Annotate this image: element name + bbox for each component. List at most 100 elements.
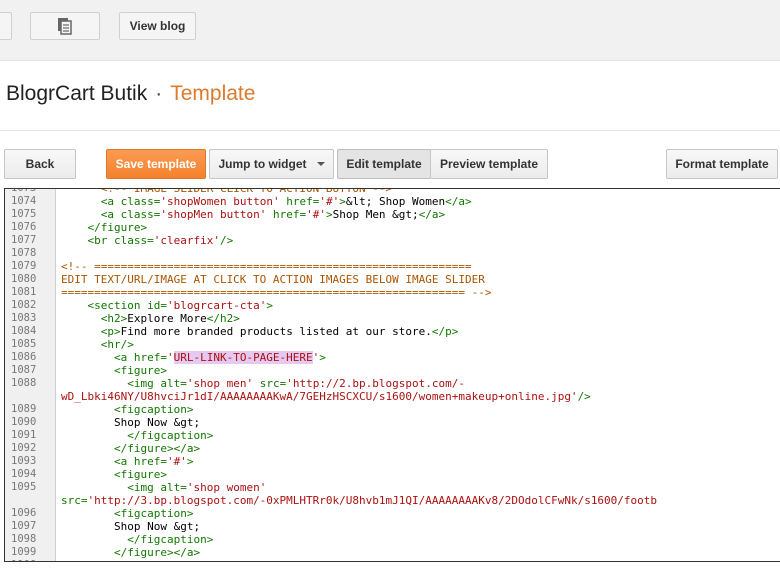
line-number: 1086 (11, 351, 37, 363)
code-line[interactable]: 1098 </figcaption> (5, 533, 780, 546)
line-number: 1073 (11, 188, 37, 194)
jump-to-widget-label: Jump to widget (218, 157, 307, 171)
code-line[interactable]: 1089 <figcaption> (5, 403, 780, 416)
code-line[interactable]: 1093 <a href='#'> (5, 455, 780, 468)
line-number: 1081 (11, 286, 37, 298)
code-line[interactable]: 1074 <a class='shopWomen button' href='#… (5, 195, 780, 208)
line-number: 1084 (11, 325, 37, 337)
line-text: <a class='shopWomen button' href='#'>&lt… (100, 195, 472, 208)
page-header: BlogrCart Butik · Template (0, 60, 780, 131)
previous-toolbar-button[interactable] (0, 12, 12, 40)
blog-name[interactable]: BlogrCart Butik (6, 82, 147, 105)
edit-template-button[interactable]: Edit template (337, 149, 431, 179)
code-line[interactable]: 1096 <figcaption> (5, 507, 780, 520)
line-number: 1097 (11, 520, 37, 532)
code-line[interactable]: 1086 <a href='URL-LINK-TO-PAGE-HERE'> (5, 351, 780, 364)
line-text: <figcaption> (113, 507, 194, 520)
line-text: <p>Find more branded products listed at … (100, 325, 459, 338)
code-line[interactable]: 1100 </section> (5, 559, 780, 561)
code-line[interactable]: 1077 <br class='clearfix'/> (5, 234, 780, 247)
code-line[interactable]: 1097 Shop Now &gt; (5, 520, 780, 533)
line-text: wD_Lbki46NY/U8hvciJr1dI/AAAAAAAAKwA/7GEH… (61, 390, 591, 403)
line-text: <hr/> (100, 338, 134, 351)
line-text: <figure> (113, 468, 167, 481)
code-line[interactable]: 1088 <img alt='shop men' src='http://2.b… (5, 377, 780, 390)
code-line[interactable]: 1079 <!-- ===============================… (5, 260, 780, 273)
line-text: </figure></a> (113, 442, 201, 455)
line-number: 1096 (11, 507, 37, 519)
line-text: Shop Now &gt; (61, 416, 201, 429)
line-text: ========================================… (61, 286, 492, 299)
code-line[interactable]: 1094 <figure> (5, 468, 780, 481)
code-line[interactable]: 1099 </figure></a> (5, 546, 780, 559)
line-number: 1074 (11, 195, 37, 207)
line-number: 1079 (11, 260, 37, 272)
template-code-editor[interactable]: 1073 <!-- IMAGE SLIDER CLICK TO ACTION B… (4, 188, 780, 562)
line-number: 1092 (11, 442, 37, 454)
code-line[interactable]: 1084 <p>Find more branded products liste… (5, 325, 780, 338)
line-text: </figure></a> (113, 546, 201, 559)
line-text: <br class='clearfix'/> (87, 234, 234, 247)
line-number: 1076 (11, 221, 37, 233)
code-line[interactable]: 1073 <!-- IMAGE SLIDER CLICK TO ACTION B… (5, 188, 780, 195)
code-line[interactable]: 1095 <img alt='shop women' (5, 481, 780, 494)
line-text: <a href='#'> (113, 455, 194, 468)
line-text: EDIT TEXT/URL/IMAGE AT CLICK TO ACTION I… (61, 273, 485, 286)
section-name: Template (170, 82, 256, 105)
line-text: src='http://3.bp.blogspot.com/-0xPMLHTRr… (61, 494, 658, 507)
line-text: </figcaption> (127, 429, 214, 442)
pages-button[interactable] (30, 12, 100, 40)
save-template-button[interactable]: Save template (106, 149, 206, 179)
code-line[interactable]: 1090 Shop Now &gt; (5, 416, 780, 429)
code-line[interactable]: wD_Lbki46NY/U8hvciJr1dI/AAAAAAAAKwA/7GEH… (5, 390, 780, 403)
line-number: 1098 (11, 533, 37, 545)
code-line[interactable]: 1082 <section id='blogrcart-cta'> (5, 299, 780, 312)
line-text: <img alt='shop women' (127, 481, 267, 494)
line-text: <a class='shopMen button' href='#'>Shop … (100, 208, 446, 221)
line-text: <a href='URL-LINK-TO-PAGE-HERE'> (113, 351, 326, 364)
code-line[interactable]: 1085 <hr/> (5, 338, 780, 351)
copy-pages-icon (58, 18, 72, 35)
line-number: 1077 (11, 234, 37, 246)
line-text: <h2>Explore More</h2> (100, 312, 240, 325)
line-number: 1080 (11, 273, 37, 285)
view-blog-button[interactable]: View blog (119, 12, 196, 40)
code-line[interactable]: 1081 ====================================… (5, 286, 780, 299)
code-line[interactable]: 1091 </figcaption> (5, 429, 780, 442)
code-line[interactable]: 1092 </figure></a> (5, 442, 780, 455)
line-text: <!-- IMAGE SLIDER CLICK TO ACTION BUTTON… (100, 188, 393, 195)
line-number: 1075 (11, 208, 37, 220)
code-content[interactable]: 1073 <!-- IMAGE SLIDER CLICK TO ACTION B… (5, 188, 780, 561)
code-line[interactable]: 1087 <figure> (5, 364, 780, 377)
line-number: 1091 (11, 429, 37, 441)
line-text: <section id='blogrcart-cta'> (87, 299, 273, 312)
code-line[interactable]: 1083 <h2>Explore More</h2> (5, 312, 780, 325)
code-line[interactable]: src='http://3.bp.blogspot.com/-0xPMLHTRr… (5, 494, 780, 507)
line-text: <figcaption> (113, 403, 194, 416)
back-button[interactable]: Back (4, 149, 76, 179)
jump-to-widget-dropdown[interactable]: Jump to widget (209, 149, 334, 179)
page-title: BlogrCart Butik · Template (6, 82, 255, 106)
line-number: 1078 (11, 247, 37, 259)
format-template-button[interactable]: Format template (666, 149, 778, 179)
preview-template-button[interactable]: Preview template (430, 149, 548, 179)
line-number: 1090 (11, 416, 37, 428)
code-line[interactable]: 1076 </figure> (5, 221, 780, 234)
line-text: <figure> (113, 364, 167, 377)
line-text: </figure> (87, 221, 148, 234)
code-line[interactable]: 1075 <a class='shopMen button' href='#'>… (5, 208, 780, 221)
line-text: <!-- ===================================… (61, 260, 472, 273)
line-number: 1099 (11, 546, 37, 558)
line-number: 1093 (11, 455, 37, 467)
title-separator: · (155, 82, 163, 105)
line-text: </section> (61, 559, 167, 561)
code-line[interactable]: 1078 (5, 247, 780, 260)
line-number: 1094 (11, 468, 37, 480)
line-number: 1082 (11, 299, 37, 311)
code-line[interactable]: 1080 EDIT TEXT/URL/IMAGE AT CLICK TO ACTI… (5, 273, 780, 286)
line-text: <img alt='shop men' src='http://2.bp.blo… (127, 377, 466, 390)
top-toolbar: View blog (0, 0, 780, 61)
line-number: 1100 (11, 559, 47, 561)
line-number: 1083 (11, 312, 37, 324)
line-text: </figcaption> (127, 533, 214, 546)
